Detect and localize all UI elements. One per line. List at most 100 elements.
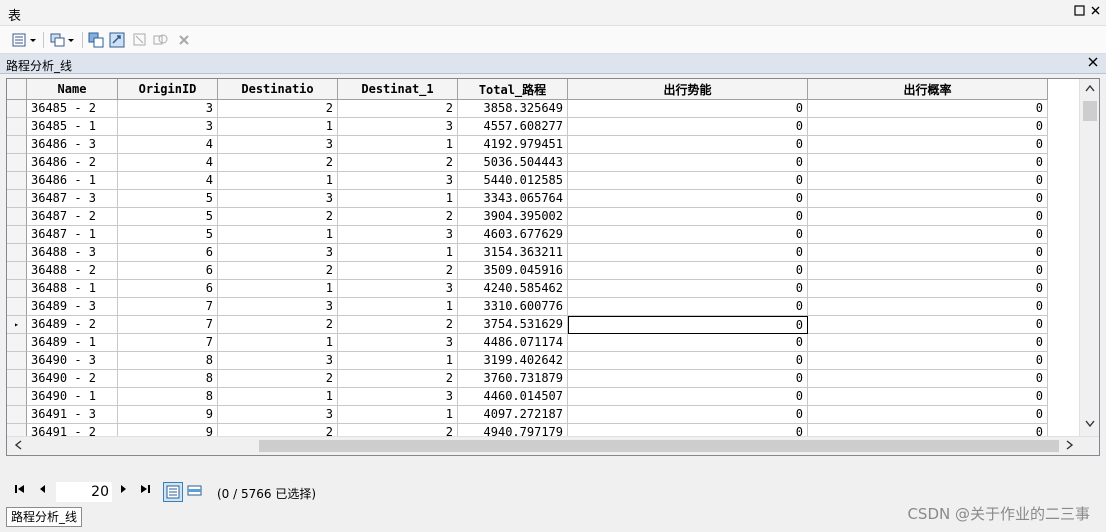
cell-destinat-1[interactable]: 2 (338, 100, 458, 118)
first-record-button[interactable] (14, 484, 26, 500)
cell-name[interactable]: 36489 - 3 (27, 298, 118, 316)
cell-name[interactable]: 36485 - 2 (27, 100, 118, 118)
table-row[interactable]: 36490 - 1 8 1 3 4460.014507 0 0 (7, 388, 1048, 406)
cell-originid[interactable]: 4 (118, 154, 218, 172)
cell-travel-potential[interactable]: 0 (568, 316, 808, 334)
row-selector[interactable] (7, 406, 27, 424)
cell-destinat-1[interactable]: 3 (338, 334, 458, 352)
cell-destinatio[interactable]: 2 (218, 100, 338, 118)
cell-travel-potential[interactable]: 0 (568, 226, 808, 244)
row-selector[interactable] (7, 172, 27, 190)
cell-travel-probability[interactable]: 0 (808, 190, 1048, 208)
cell-destinatio[interactable]: 1 (218, 172, 338, 190)
cell-total-distance[interactable]: 4097.272187 (458, 406, 568, 424)
row-selector[interactable] (7, 280, 27, 298)
cell-travel-potential[interactable]: 0 (568, 100, 808, 118)
cell-destinatio[interactable]: 2 (218, 208, 338, 226)
cell-travel-probability[interactable]: 0 (808, 208, 1048, 226)
cell-originid[interactable]: 7 (118, 298, 218, 316)
cell-total-distance[interactable]: 4486.071174 (458, 334, 568, 352)
column-header-destinatio[interactable]: Destinatio (218, 79, 338, 100)
cell-total-distance[interactable]: 3904.395002 (458, 208, 568, 226)
cell-name[interactable]: 36489 - 1 (27, 334, 118, 352)
cell-travel-potential[interactable]: 0 (568, 208, 808, 226)
table-row[interactable]: 36488 - 1 6 1 3 4240.585462 0 0 (7, 280, 1048, 298)
cell-name[interactable]: 36488 - 1 (27, 280, 118, 298)
cell-originid[interactable]: 5 (118, 190, 218, 208)
cell-travel-probability[interactable]: 0 (808, 244, 1048, 262)
cell-destinatio[interactable]: 2 (218, 262, 338, 280)
cell-destinat-1[interactable]: 3 (338, 172, 458, 190)
column-header-destinat-1[interactable]: Destinat_1 (338, 79, 458, 100)
row-selector[interactable] (7, 298, 27, 316)
cell-travel-probability[interactable]: 0 (808, 370, 1048, 388)
cell-travel-probability[interactable]: 0 (808, 298, 1048, 316)
cell-destinat-1[interactable]: 2 (338, 370, 458, 388)
cell-travel-potential[interactable]: 0 (568, 172, 808, 190)
cell-originid[interactable]: 4 (118, 136, 218, 154)
cell-originid[interactable]: 7 (118, 316, 218, 334)
cell-name[interactable]: 36486 - 1 (27, 172, 118, 190)
table-row[interactable]: 36489 - 3 7 3 1 3310.600776 0 0 (7, 298, 1048, 316)
cell-destinatio[interactable]: 3 (218, 406, 338, 424)
table-row[interactable]: 36488 - 2 6 2 2 3509.045916 0 0 (7, 262, 1048, 280)
show-all-records-button[interactable] (163, 482, 183, 502)
cell-destinat-1[interactable]: 1 (338, 190, 458, 208)
cell-travel-probability[interactable]: 0 (808, 154, 1048, 172)
cell-originid[interactable]: 9 (118, 406, 218, 424)
column-header-total-distance[interactable]: Total_路程 (458, 79, 568, 100)
select-by-attributes-button[interactable] (87, 31, 105, 49)
column-header-originid[interactable]: OriginID (118, 79, 218, 100)
cell-total-distance[interactable]: 3154.363211 (458, 244, 568, 262)
cell-total-distance[interactable]: 5440.012585 (458, 172, 568, 190)
table-row[interactable]: 36485 - 2 3 2 2 3858.325649 0 0 (7, 100, 1048, 118)
scroll-down-button[interactable] (1080, 416, 1099, 434)
maximize-button[interactable] (1072, 5, 1086, 19)
row-selector[interactable] (7, 388, 27, 406)
cell-travel-probability[interactable]: 0 (808, 316, 1048, 334)
cell-travel-probability[interactable]: 0 (808, 352, 1048, 370)
cell-travel-potential[interactable]: 0 (568, 154, 808, 172)
bottom-table-tab[interactable]: 路程分析_线 (6, 507, 83, 527)
cell-travel-potential[interactable]: 0 (568, 298, 808, 316)
cell-travel-potential[interactable]: 0 (568, 280, 808, 298)
row-selector[interactable] (7, 118, 27, 136)
current-record-input[interactable] (56, 482, 112, 502)
cell-destinat-1[interactable]: 1 (338, 244, 458, 262)
cell-name[interactable]: 36490 - 2 (27, 370, 118, 388)
cell-destinat-1[interactable]: 1 (338, 298, 458, 316)
cell-total-distance[interactable]: 4557.608277 (458, 118, 568, 136)
cell-destinatio[interactable]: 1 (218, 118, 338, 136)
cell-destinatio[interactable]: 3 (218, 298, 338, 316)
table-row[interactable]: 36487 - 2 5 2 2 3904.395002 0 0 (7, 208, 1048, 226)
cell-originid[interactable]: 8 (118, 388, 218, 406)
row-selector[interactable] (7, 334, 27, 352)
cell-destinatio[interactable]: 2 (218, 154, 338, 172)
horizontal-scroll-thumb[interactable] (259, 440, 1059, 452)
clear-selection-button[interactable] (132, 31, 148, 49)
column-header-name[interactable]: Name (27, 79, 118, 100)
cell-travel-probability[interactable]: 0 (808, 100, 1048, 118)
switch-selection-button[interactable] (108, 31, 126, 49)
column-header-travel-potential[interactable]: 出行势能 (568, 79, 808, 100)
cell-total-distance[interactable]: 5036.504443 (458, 154, 568, 172)
cell-total-distance[interactable]: 3760.731879 (458, 370, 568, 388)
column-header-travel-probability[interactable]: 出行概率 (808, 79, 1048, 100)
table-row[interactable]: 36491 - 3 9 3 1 4097.272187 0 0 (7, 406, 1048, 424)
cell-originid[interactable]: 6 (118, 244, 218, 262)
row-selector[interactable] (7, 208, 27, 226)
cell-travel-probability[interactable]: 0 (808, 172, 1048, 190)
table-row[interactable]: 36487 - 1 5 1 3 4603.677629 0 0 (7, 226, 1048, 244)
cell-total-distance[interactable]: 3310.600776 (458, 298, 568, 316)
scroll-left-button[interactable] (9, 437, 27, 455)
cell-destinatio[interactable]: 3 (218, 352, 338, 370)
cell-originid[interactable]: 3 (118, 118, 218, 136)
cell-travel-probability[interactable]: 0 (808, 136, 1048, 154)
cell-destinatio[interactable]: 3 (218, 190, 338, 208)
cell-destinat-1[interactable]: 2 (338, 208, 458, 226)
cell-name[interactable]: 36488 - 2 (27, 262, 118, 280)
cell-destinat-1[interactable]: 2 (338, 154, 458, 172)
cell-travel-potential[interactable]: 0 (568, 136, 808, 154)
cell-name[interactable]: 36490 - 3 (27, 352, 118, 370)
cell-name[interactable]: 36490 - 1 (27, 388, 118, 406)
